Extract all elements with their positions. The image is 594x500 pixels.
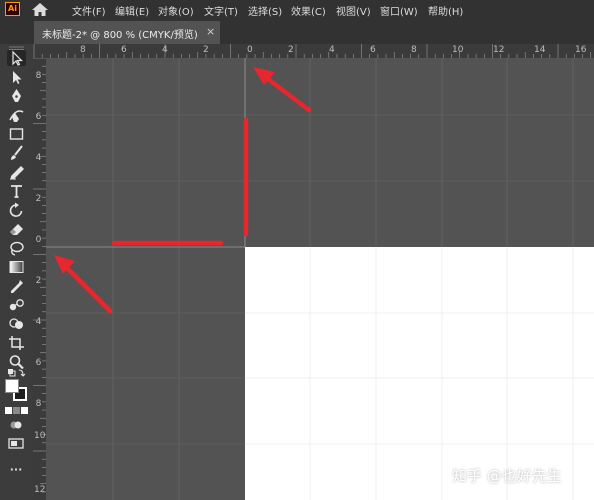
gradient-button-icon[interactable]	[13, 407, 20, 414]
eyedropper-tool-icon[interactable]	[7, 278, 26, 294]
menu-bar: Ai 文件(F) 编辑(E) 对象(O) 文字(T) 选择(S) 效果(C) 视…	[0, 0, 594, 18]
pen-tool-icon[interactable]	[7, 88, 26, 104]
horizontal-ruler-ticks	[33, 44, 592, 58]
eraser-tool-icon[interactable]	[7, 221, 26, 237]
fill-stroke-swatch[interactable]	[4, 378, 30, 404]
document-tab-title: 未标题-2* @ 800 % (CMYK/预览)	[42, 30, 198, 41]
lasso-tool-icon[interactable]	[7, 240, 26, 256]
h-ruler-label: 4	[162, 45, 168, 55]
color-button-icon[interactable]	[5, 407, 12, 414]
v-ruler-label: 10	[34, 431, 46, 441]
rectangle-tool-icon[interactable]	[7, 126, 26, 142]
h-ruler-label: 8	[80, 45, 86, 55]
type-tool-icon[interactable]	[7, 183, 26, 199]
h-ruler-label: 0	[247, 45, 253, 55]
h-ruler-label: 12	[493, 45, 505, 55]
draw-mode-icon[interactable]	[7, 419, 26, 431]
menu-edit[interactable]: 编辑(E)	[115, 3, 149, 18]
close-icon[interactable]: ×	[206, 25, 215, 38]
menu-window[interactable]: 窗口(W)	[380, 3, 418, 18]
v-ruler-label: 6	[35, 112, 42, 122]
v-ruler-label: 8	[35, 399, 42, 409]
v-ruler-label: 4	[35, 317, 42, 327]
h-ruler-label: 8	[411, 45, 417, 55]
watermark: 知乎 @也好先生	[452, 467, 562, 485]
v-ruler-label: 0	[35, 235, 42, 245]
color-mode-buttons[interactable]	[5, 407, 29, 415]
curvature-tool-icon[interactable]	[7, 107, 26, 123]
app-logo: Ai	[5, 2, 20, 16]
menu-file[interactable]: 文件(F)	[72, 3, 106, 18]
document-tab[interactable]: 未标题-2* @ 800 % (CMYK/预览) ×	[34, 21, 220, 44]
h-ruler-label: 4	[329, 45, 335, 55]
artboard-tool-icon[interactable]	[7, 335, 26, 351]
shape-builder-tool-icon[interactable]	[7, 316, 26, 332]
blend-tool-icon[interactable]	[7, 297, 26, 313]
h-ruler-label: 6	[121, 45, 127, 55]
h-ruler-label: 16	[575, 45, 587, 55]
h-ruler-label: 2	[288, 45, 294, 55]
menu-help[interactable]: 帮助(H)	[428, 3, 463, 18]
artboard[interactable]	[245, 247, 594, 500]
none-button-icon[interactable]	[21, 407, 28, 414]
menu-object[interactable]: 对象(O)	[158, 3, 194, 18]
menu-effect[interactable]: 效果(C)	[291, 3, 326, 18]
h-ruler-label: 10	[452, 45, 464, 55]
menu-type[interactable]: 文字(T)	[204, 3, 238, 18]
v-ruler-label: 4	[35, 153, 42, 163]
pencil-tool-icon[interactable]	[7, 164, 26, 180]
h-ruler-label: 14	[534, 45, 546, 55]
horizontal-ruler[interactable]: 8 6 4 2 0 2 4 6 8 10 12 14 16	[33, 44, 594, 58]
fill-swatch[interactable]	[5, 379, 19, 393]
v-ruler-label: 2	[35, 276, 42, 286]
rotate-tool-icon[interactable]	[7, 202, 26, 218]
document-canvas[interactable]	[46, 58, 594, 500]
v-ruler-label: 2	[35, 194, 42, 204]
selection-tool-icon[interactable]	[7, 50, 26, 66]
screen-mode-icon[interactable]	[7, 436, 26, 452]
paintbrush-tool-icon[interactable]	[7, 145, 26, 161]
h-ruler-label: 6	[370, 45, 376, 55]
menu-select[interactable]: 选择(S)	[248, 3, 282, 18]
home-icon[interactable]	[31, 1, 49, 17]
more-tools-button[interactable]: ···	[5, 463, 27, 476]
v-ruler-label: 12	[34, 485, 46, 495]
v-ruler-label: 8	[35, 71, 42, 81]
direct-selection-tool-icon[interactable]	[7, 69, 26, 85]
h-ruler-label: 2	[203, 45, 209, 55]
menu-view[interactable]: 视图(V)	[336, 3, 371, 18]
document-tab-bar: 未标题-2* @ 800 % (CMYK/预览) ×	[0, 18, 594, 44]
tools-panel: ···	[0, 44, 33, 500]
v-ruler-label: 6	[35, 358, 42, 368]
vertical-ruler[interactable]: 8 6 4 2 0 2 4 6 8 10 12	[33, 58, 46, 500]
gradient-tool-icon[interactable]	[7, 259, 26, 275]
